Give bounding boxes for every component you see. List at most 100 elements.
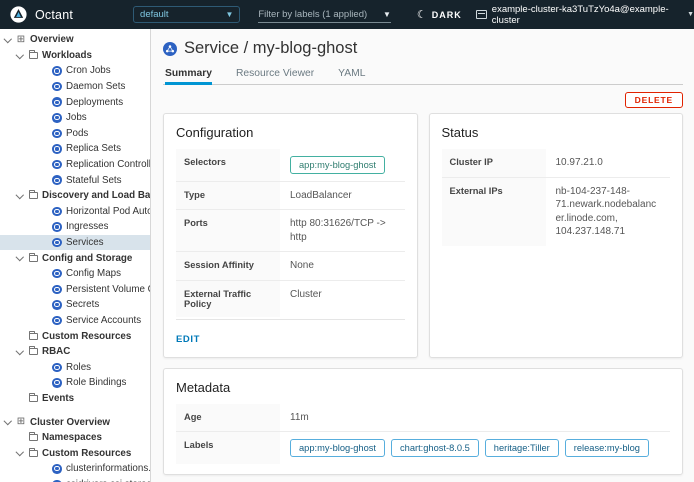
moon-icon: ☾ — [417, 8, 428, 21]
sidebar-item-clusterinformations[interactable]: clusterinformations.crd.projec — [0, 461, 150, 477]
sidebar-item-deployments[interactable]: Deployments — [0, 94, 150, 110]
property-value: Cluster — [280, 281, 405, 317]
sidebar-item-cluster-overview[interactable]: ⊞Cluster Overview — [0, 414, 150, 430]
page-title: Service / my-blog-ghost — [184, 39, 357, 58]
property-label: Ports — [176, 210, 280, 251]
chevron-down-icon[interactable] — [2, 420, 14, 424]
sidebar-item-cron-jobs[interactable]: Cron Jobs — [0, 63, 150, 79]
sidebar-item-label: Overview — [30, 34, 74, 45]
sidebar-item-label: Custom Resources — [42, 331, 131, 342]
tab-resource-viewer[interactable]: Resource Viewer — [236, 68, 314, 84]
main-content: Service / my-blog-ghost Summary Resource … — [151, 29, 694, 482]
sidebar-item-daemon-sets[interactable]: Daemon Sets — [0, 79, 150, 95]
chevron-down-icon: ▼ — [383, 10, 391, 19]
property-value: http 80:31626/TCP -> http — [280, 210, 405, 251]
sidebar-item-label: Service Accounts — [66, 315, 141, 326]
sidebar-item-role-bindings[interactable]: Role Bindings — [0, 375, 150, 391]
navigation-sidebar: ⊞Overview Workloads Cron Jobs Daemon SetsDe… — [0, 29, 151, 482]
delete-button[interactable]: DELETE — [625, 92, 683, 108]
metadata-title: Metadata — [176, 380, 670, 395]
sidebar-item-config-and-storage[interactable]: Config and Storage — [0, 250, 150, 266]
folder-icon — [26, 395, 40, 402]
sidebar-item-label: Jobs — [66, 112, 87, 123]
property-label: Session Affinity — [176, 252, 280, 280]
sidebar-item-rbac[interactable]: RBAC — [0, 344, 150, 360]
sidebar-item-persistent-volume-claims[interactable]: Persistent Volume Claims — [0, 282, 150, 298]
sidebar-item-discovery-and-load-balancing[interactable]: Discovery and Load Balancing — [0, 188, 150, 204]
cluster-context-selector[interactable]: example-cluster-ka3TuTzYo4a@example-clus… — [476, 4, 694, 26]
label-tag[interactable]: heritage:Tiller — [485, 439, 559, 457]
sidebar-item-secrets[interactable]: Secrets — [0, 297, 150, 313]
folder-icon — [26, 434, 40, 441]
sidebar-item-workloads[interactable]: Workloads — [0, 48, 150, 64]
sidebar-item-label: Cron Jobs — [66, 65, 111, 76]
sidebar-item-services[interactable]: Services — [0, 235, 150, 251]
sidebar-item-label: Replication Controllers — [66, 159, 150, 170]
status-title: Status — [442, 125, 671, 140]
cluster-icon — [476, 10, 487, 19]
octant-logo-icon — [10, 6, 27, 23]
theme-toggle-button[interactable]: ☾ DARK — [417, 8, 462, 21]
sidebar-item-service-accounts[interactable]: Service Accounts — [0, 313, 150, 329]
chevron-down-icon[interactable] — [14, 451, 26, 455]
status-table: Cluster IP10.97.21.0External IPsnb-104-2… — [442, 149, 671, 246]
sidebar-item-stateful-sets[interactable]: Stateful Sets — [0, 172, 150, 188]
sidebar-item-config-maps[interactable]: Config Maps — [0, 266, 150, 282]
app-name: Octant — [35, 8, 73, 22]
chevron-down-icon[interactable] — [14, 256, 26, 260]
sidebar-item-csidrivers[interactable]: csidrivers.csi.storage.k8s.io — [0, 477, 150, 482]
folder-icon — [26, 333, 40, 340]
sidebar-item-events[interactable]: Events — [0, 391, 150, 407]
selector-tag[interactable]: app:my-blog-ghost — [290, 156, 385, 174]
sidebar-item-custom-resources[interactable]: Custom Resources — [0, 328, 150, 344]
sidebar-item-label: Stateful Sets — [66, 175, 122, 186]
namespace-dropdown[interactable]: default ▼ — [133, 6, 240, 23]
age-value: 11m — [280, 404, 670, 432]
sidebar-item-namespaces[interactable]: Namespaces — [0, 430, 150, 446]
sidebar-item-replication-controllers[interactable]: Replication Controllers — [0, 157, 150, 173]
resource-icon — [50, 269, 64, 279]
sidebar-item-label: Workloads — [42, 50, 92, 61]
sidebar-item-label: Config and Storage — [42, 253, 132, 264]
status-row: Cluster IP10.97.21.0 — [442, 149, 671, 178]
sidebar-item-pods[interactable]: Pods — [0, 126, 150, 142]
chevron-down-icon[interactable] — [14, 350, 26, 354]
label-tag[interactable]: app:my-blog-ghost — [290, 439, 385, 457]
label-tag[interactable]: chart:ghost-8.0.5 — [391, 439, 479, 457]
sidebar-item-label: Replica Sets — [66, 143, 121, 154]
folder-icon — [26, 52, 40, 59]
property-value: nb-104-237-148-71.newark.nodebalancer.li… — [546, 178, 671, 246]
resource-icon — [50, 285, 64, 295]
tab-bar: Summary Resource Viewer YAML — [163, 68, 683, 85]
property-value: 10.97.21.0 — [546, 149, 671, 177]
resource-icon — [50, 464, 64, 474]
configuration-row: Portshttp 80:31626/TCP -> http — [176, 210, 405, 252]
label-filter-input[interactable]: Filter by labels (1 applied) ▼ — [258, 6, 391, 23]
resource-icon — [50, 222, 64, 232]
app-header: Octant default ▼ Filter by labels (1 app… — [0, 0, 694, 29]
sidebar-item-label: Config Maps — [66, 268, 121, 279]
folder-icon — [26, 192, 40, 199]
resource-icon — [50, 160, 64, 170]
sidebar-item-cluster-custom-resources[interactable]: Custom Resources — [0, 445, 150, 461]
sidebar-item-label: Horizontal Pod Autoscalers — [66, 206, 150, 217]
label-tag[interactable]: release:my-blog — [565, 439, 649, 457]
namespace-value: default — [140, 9, 169, 20]
configuration-row: External Traffic PolicyCluster — [176, 281, 405, 317]
edit-link[interactable]: EDIT — [176, 334, 200, 345]
tab-summary[interactable]: Summary — [165, 68, 212, 84]
resource-icon — [50, 97, 64, 107]
service-icon — [163, 42, 177, 56]
chevron-down-icon[interactable] — [2, 38, 14, 42]
sidebar-item-ingresses[interactable]: Ingresses — [0, 219, 150, 235]
sidebar-item-overview[interactable]: ⊞Overview — [0, 32, 150, 48]
sidebar-item-replica-sets[interactable]: Replica Sets — [0, 141, 150, 157]
configuration-row: TypeLoadBalancer — [176, 182, 405, 211]
chevron-down-icon[interactable] — [14, 194, 26, 198]
chevron-down-icon[interactable] — [14, 54, 26, 58]
sidebar-item-roles[interactable]: Roles — [0, 359, 150, 375]
sidebar-item-label: Roles — [66, 362, 91, 373]
sidebar-item-jobs[interactable]: Jobs — [0, 110, 150, 126]
sidebar-item-horizontal-pod-autoscalers[interactable]: Horizontal Pod Autoscalers — [0, 204, 150, 220]
tab-yaml[interactable]: YAML — [338, 68, 365, 84]
